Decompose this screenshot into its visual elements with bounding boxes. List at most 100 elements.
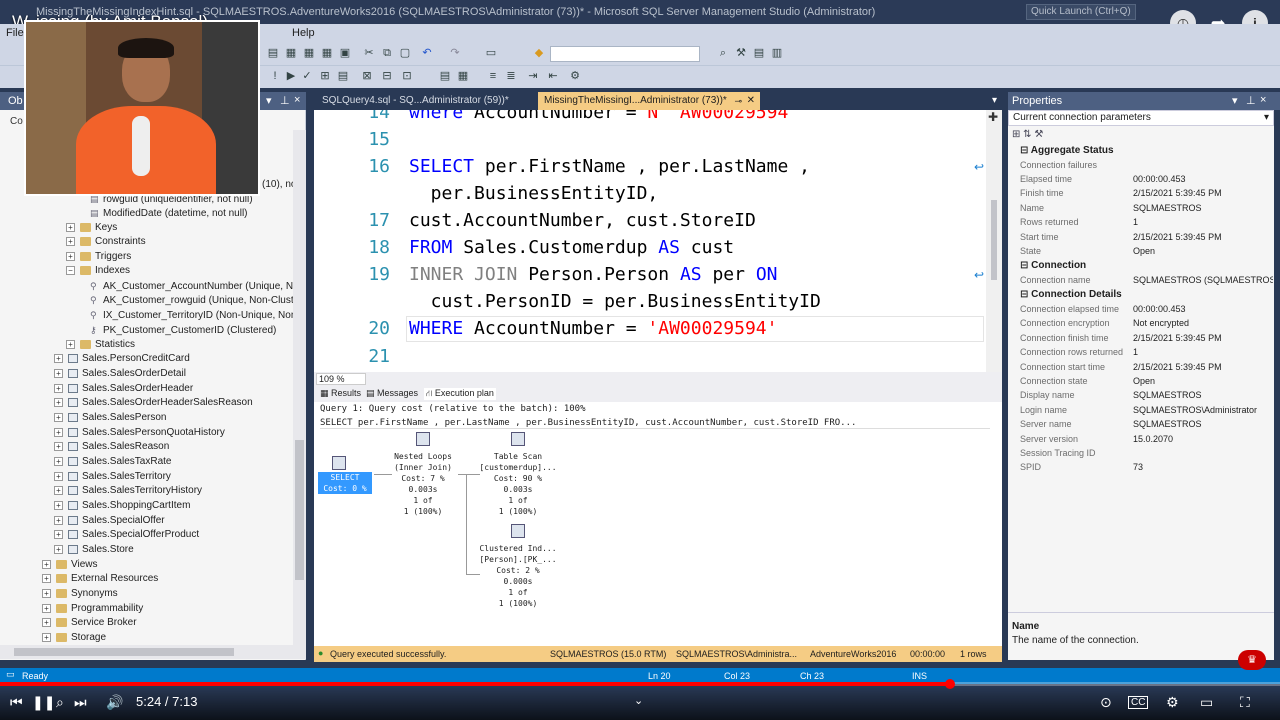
db-icon-3[interactable]: ▦ [320, 46, 334, 60]
debug-icon[interactable]: ▶ [284, 69, 298, 83]
tree-item-storage[interactable]: + Storage [42, 631, 106, 645]
settings-gear-icon[interactable]: ⚙ [1166, 694, 1179, 711]
tree-item-table[interactable]: + Sales.SalesOrderHeader [54, 382, 193, 396]
paste-icon[interactable]: ▢ [398, 46, 412, 60]
pin-icon[interactable]: ⊸ [734, 92, 742, 110]
execute-icon[interactable]: ! [268, 69, 282, 83]
prop-value[interactable]: 1 [1133, 217, 1273, 227]
expand-icon[interactable]: + [66, 222, 75, 232]
tree-item-synonyms[interactable]: + Synonyms [42, 587, 118, 601]
expand-icon[interactable]: + [54, 456, 63, 466]
tree-item-index[interactable]: ⚲ IX_Customer_TerritoryID (Non-Unique, No… [90, 308, 296, 322]
split-icon[interactable]: ✚ [988, 110, 998, 124]
tree-item-table[interactable]: + Sales.SalesPerson [54, 411, 167, 425]
tab-execution-plan[interactable]: ⛙ Execution plan [424, 388, 496, 400]
expand-icon[interactable]: + [54, 544, 63, 554]
expand-icon[interactable]: + [54, 383, 63, 393]
solution-icon[interactable]: ◆ [532, 46, 546, 60]
prop-value[interactable]: SQLMAESTROS [1133, 390, 1273, 400]
prop-value[interactable]: 1 [1133, 347, 1273, 357]
expand-icon[interactable]: + [54, 412, 63, 422]
tree-item-constraints[interactable]: + Constraints [66, 235, 146, 249]
menu-help[interactable]: Help [292, 27, 315, 39]
plan-node-table-scan[interactable]: Table Scan [customerdup]... Cost: 90 % 0… [478, 432, 558, 517]
tree-item-keys[interactable]: + Keys [66, 221, 117, 235]
prop-value[interactable]: 2/15/2021 5:39:45 PM [1133, 188, 1273, 198]
tree-scroll-thumb[interactable] [295, 440, 304, 580]
prop-value[interactable]: 73 [1133, 462, 1273, 472]
layout-icon[interactable]: ▥ [770, 46, 784, 60]
plan-node-select[interactable]: SELECT Cost: 0 % [318, 472, 372, 494]
tree-item-index[interactable]: ⚷ PK_Customer_CustomerID (Clustered) [90, 323, 276, 337]
captions-icon[interactable]: CC [1128, 696, 1149, 709]
results-text-icon[interactable]: ▤ [438, 69, 452, 83]
pin-icon[interactable]: ⊥ [280, 94, 290, 107]
template-icon[interactable]: ⚙ [568, 69, 582, 83]
collapse-icon[interactable]: ⊟ [1020, 260, 1031, 271]
expand-icon[interactable]: + [54, 441, 63, 451]
prop-value[interactable]: 00:00:00.453 [1133, 174, 1273, 184]
include-plan-icon[interactable]: ⊠ [360, 69, 374, 83]
prop-value[interactable]: SQLMAESTROS (SQLMAESTROS [1133, 275, 1273, 285]
expand-icon[interactable]: + [42, 603, 51, 613]
expand-icon[interactable]: + [66, 236, 75, 246]
collapse-icon[interactable]: − [66, 265, 75, 275]
category-aggregate-status[interactable]: ⊟ Aggregate Status [1020, 145, 1114, 156]
plan-node-clustered-index-seek[interactable]: Clustered Ind... [Person].[PK_... Cost: … [478, 524, 558, 609]
expand-icon[interactable]: + [42, 573, 51, 583]
tab-sqlquery4[interactable]: SQLQuery4.sql - SQ...Administrator (59))… [316, 92, 515, 110]
tree-item-table[interactable]: + Sales.SpecialOfferProduct [54, 528, 199, 542]
prop-value[interactable]: SQLMAESTROS [1133, 203, 1273, 213]
tree-item-table[interactable]: + Sales.ShoppingCartItem [54, 499, 190, 513]
expand-icon[interactable]: + [54, 427, 63, 437]
tree-item-indexes[interactable]: − Indexes [66, 264, 130, 278]
save-icon[interactable]: ▣ [338, 46, 352, 60]
close-tab-icon[interactable]: ✕ [747, 92, 755, 110]
collapse-icon[interactable]: ⊟ [1020, 145, 1031, 156]
dropdown-icon[interactable]: ▾ [266, 94, 272, 107]
channel-badge-icon[interactable]: ♛ [1238, 650, 1266, 670]
expand-icon[interactable]: + [54, 353, 63, 363]
expand-icon[interactable]: + [42, 588, 51, 598]
tree-item-programmability[interactable]: + Programmability [42, 602, 143, 616]
db-icon[interactable]: ▦ [284, 46, 298, 60]
expand-icon[interactable]: + [54, 500, 63, 510]
expand-icon[interactable]: + [42, 617, 51, 627]
collapse-icon[interactable]: ⊟ [1020, 289, 1031, 300]
prop-value[interactable]: 15.0.2070 [1133, 434, 1273, 444]
dropdown-icon[interactable]: ▾ [1232, 94, 1238, 107]
tree-item-statistics[interactable]: + Statistics [66, 338, 135, 352]
toolbox-icon[interactable]: ▤ [752, 46, 766, 60]
expand-icon[interactable]: + [54, 515, 63, 525]
tree-item-table[interactable]: + Sales.SalesOrderDetail [54, 367, 186, 381]
tree-item-index[interactable]: ⚲ AK_Customer_rowguid (Unique, Non-Cluste [90, 293, 299, 307]
expand-icon[interactable]: + [54, 485, 63, 495]
results-grid-icon[interactable]: ▦ [456, 69, 470, 83]
prop-value[interactable]: SQLMAESTROS\Administrator [1133, 405, 1273, 415]
intellisense-icon[interactable]: ▤ [336, 69, 350, 83]
tree-item-column[interactable]: (10), no [262, 178, 296, 192]
tree-item-table[interactable]: + Sales.SalesReason [54, 440, 169, 454]
search-icon[interactable]: ⌕ [56, 694, 64, 711]
previous-icon[interactable]: ⏮ [10, 694, 23, 711]
tree-item-table[interactable]: + Sales.SalesOrderHeaderSalesReason [54, 396, 253, 410]
find-icon[interactable]: ⌕ [716, 46, 730, 60]
tab-missing-index-hint[interactable]: MissingTheMissingI...Administrator (73))… [538, 92, 760, 110]
properties-object-dropdown[interactable]: Current connection parameters ▾ [1008, 110, 1274, 126]
indent-icon[interactable]: ⇥ [526, 69, 540, 83]
prop-value[interactable]: Open [1133, 376, 1273, 386]
tree-item-column[interactable]: ▤ ModifiedDate (datetime, not null) [90, 206, 248, 220]
tab-messages[interactable]: ▤ Messages [366, 388, 418, 399]
tree-item-index[interactable]: ⚲ AK_Customer_AccountNumber (Unique, No [90, 279, 299, 293]
expand-icon[interactable]: + [54, 471, 63, 481]
tree-item-table[interactable]: + Sales.SalesTaxRate [54, 455, 172, 469]
quick-launch-input[interactable]: Quick Launch (Ctrl+Q) [1026, 4, 1136, 20]
solution-config-dropdown[interactable] [550, 46, 700, 62]
expand-icon[interactable]: + [54, 529, 63, 539]
miniplayer-icon[interactable]: ▭ [1200, 694, 1213, 711]
category-connection[interactable]: ⊟ Connection [1020, 260, 1086, 271]
redo-icon[interactable]: ↷ [448, 46, 462, 60]
prop-value[interactable]: SQLMAESTROS [1133, 419, 1273, 429]
expand-icon[interactable]: + [42, 632, 51, 642]
chevron-down-icon[interactable]: ⌄ [634, 694, 643, 707]
